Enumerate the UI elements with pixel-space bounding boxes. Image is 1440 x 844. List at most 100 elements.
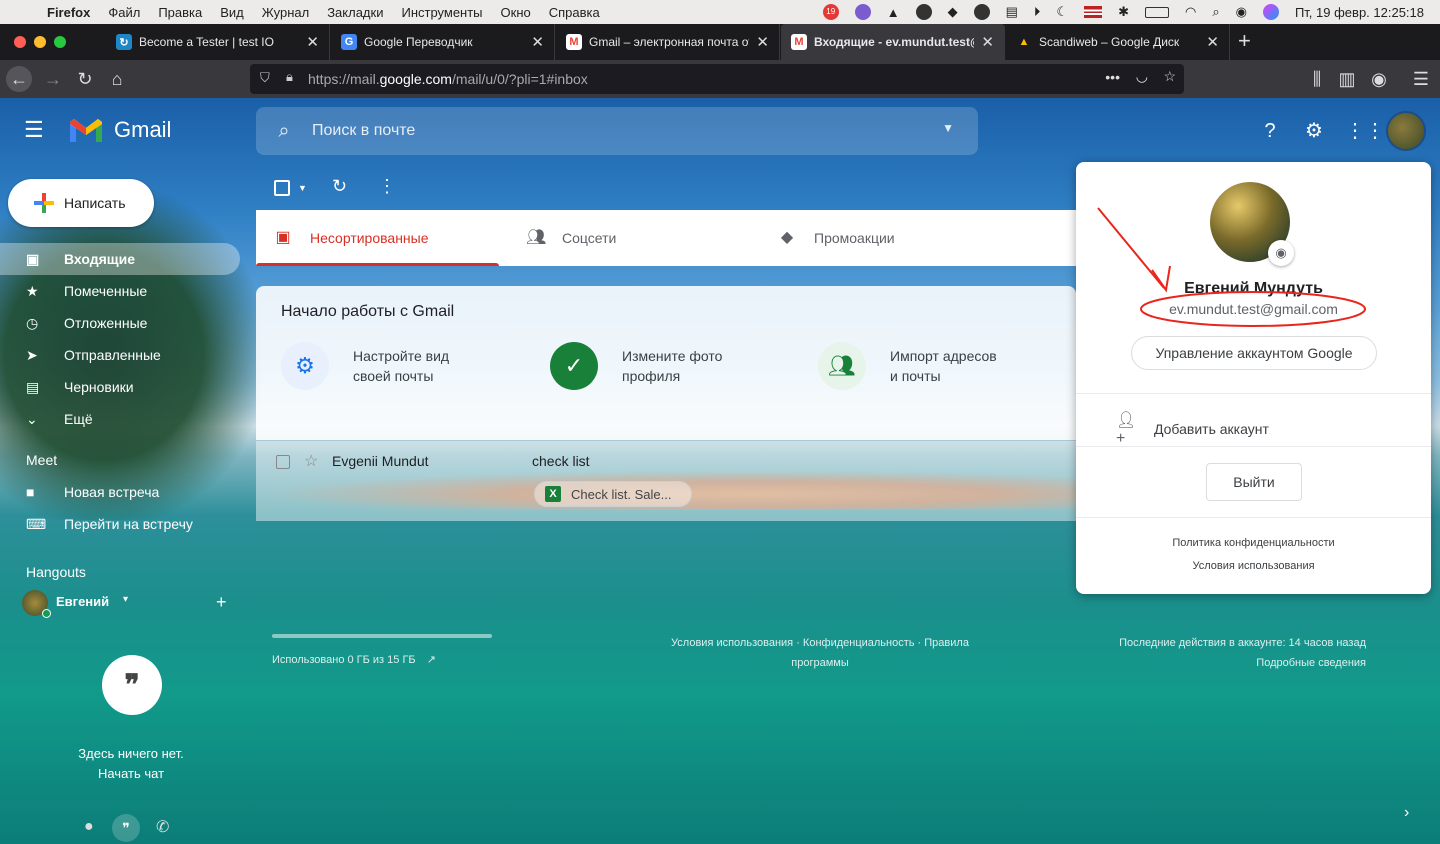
tab-close-icon[interactable]: ✕: [531, 33, 544, 51]
account-avatar[interactable]: [1386, 111, 1426, 151]
menu-help[interactable]: Справка: [540, 5, 609, 20]
search-options-icon[interactable]: ▼: [942, 121, 954, 135]
pocket-icon[interactable]: ◡: [1136, 68, 1148, 85]
activity-details-link[interactable]: Подробные сведения: [1066, 653, 1366, 673]
spotlight-search-icon[interactable]: ⌕: [1212, 4, 1219, 20]
sign-out-button[interactable]: Выйти: [1206, 463, 1302, 501]
back-arrow-icon[interactable]: ←: [6, 66, 32, 92]
contacts-person-icon[interactable]: ●: [84, 818, 94, 836]
menu-history[interactable]: Журнал: [253, 5, 318, 20]
gmail-logo[interactable]: Gmail: [68, 116, 171, 144]
terms-link[interactable]: Условия использования: [1076, 560, 1431, 572]
siri-icon[interactable]: [1262, 4, 1279, 20]
new-tab-plus-icon[interactable]: +: [1238, 28, 1251, 54]
play-icon[interactable]: ⏵: [1034, 4, 1041, 20]
hangouts-chat-icon[interactable]: ❞: [112, 814, 140, 842]
tab-close-icon[interactable]: ✕: [1206, 33, 1219, 51]
attachment-chip[interactable]: X Check list. Sale...: [534, 481, 692, 507]
wifi-icon[interactable]: ◠: [1185, 4, 1196, 20]
hangouts-user-name[interactable]: Евгений: [56, 594, 109, 609]
url-bar[interactable]: ⛉ 🔒︎ https://mail. google.com/mail/u/0/?p…: [250, 64, 1184, 94]
window-minimize-button[interactable]: [34, 36, 46, 48]
tab-close-icon[interactable]: ✕: [756, 33, 769, 51]
select-chevron-down-icon[interactable]: ▼: [298, 183, 307, 193]
add-account-button[interactable]: 👤︎+ Добавить аккаунт: [1116, 410, 1269, 448]
tab-close-icon[interactable]: ✕: [981, 33, 994, 51]
menubar-clock[interactable]: Пт, 19 февр. 12:25:18: [1295, 5, 1424, 20]
evernote-icon[interactable]: ◆: [948, 4, 958, 20]
compose-button[interactable]: Написать: [8, 179, 154, 227]
email-row[interactable]: ☆ Evgenii Mundut check list X Check list…: [256, 441, 1076, 521]
side-panel-chevron-icon[interactable]: ›: [1404, 804, 1409, 822]
external-link-icon[interactable]: ↗: [427, 654, 436, 666]
setup-card-import[interactable]: 👥︎ Импорт адресов и почты: [818, 342, 997, 390]
manage-account-button[interactable]: Управление аккаунтом Google: [1131, 336, 1377, 370]
menu-view[interactable]: Вид: [211, 5, 253, 20]
star-outline-icon[interactable]: ☆: [304, 451, 318, 471]
sidebar-icon[interactable]: ▥: [1334, 66, 1360, 92]
search-icon[interactable]: ⌕: [256, 120, 312, 143]
sidebar-item-starred[interactable]: ★ Помеченные: [0, 275, 240, 307]
search-bar[interactable]: ⌕ Поиск в почте ▼: [256, 107, 978, 155]
new-conversation-plus-icon[interactable]: +: [216, 592, 227, 613]
flag-us-icon[interactable]: [1084, 6, 1103, 18]
search-input[interactable]: Поиск в почте: [312, 122, 415, 140]
control-center-icon[interactable]: ◉: [1236, 4, 1247, 20]
menu-file[interactable]: Файл: [99, 5, 149, 20]
apps-grid-icon[interactable]: ⋮⋮: [1345, 118, 1385, 144]
notification-badge-icon[interactable]: 19: [822, 4, 839, 20]
spiral-icon[interactable]: [973, 4, 990, 20]
check-icon[interactable]: [915, 4, 932, 20]
viber-icon[interactable]: [854, 4, 871, 20]
select-all-checkbox[interactable]: [274, 180, 290, 196]
page-actions-icon[interactable]: •••: [1105, 69, 1120, 85]
window-zoom-button[interactable]: [54, 36, 66, 48]
settings-gear-icon[interactable]: ⚙: [1301, 118, 1327, 144]
footer-links-text[interactable]: программы: [610, 653, 1030, 673]
vlc-icon[interactable]: ▲: [887, 5, 900, 20]
email-row-checkbox[interactable]: [276, 455, 290, 469]
menu-tools[interactable]: Инструменты: [392, 5, 491, 20]
menu-bookmarks[interactable]: Закладки: [318, 5, 392, 20]
footer-links[interactable]: Условия использования · Конфиденциальнос…: [610, 633, 1030, 673]
forward-arrow-icon[interactable]: →: [40, 66, 66, 92]
bluetooth-icon[interactable]: ✱: [1118, 4, 1129, 20]
account-icon[interactable]: ◉: [1366, 66, 1392, 92]
menu-hamburger-icon[interactable]: ☰: [1408, 66, 1434, 92]
phone-icon[interactable]: ✆: [156, 817, 169, 837]
menu-edit[interactable]: Правка: [149, 5, 211, 20]
hangouts-status-chevron-icon[interactable]: ▾: [123, 594, 128, 605]
tab-promotions[interactable]: ◆ Промоакции: [778, 210, 1003, 266]
refresh-icon[interactable]: ↻: [332, 176, 347, 197]
browser-tab[interactable]: ↻ Become a Tester | test IO ✕: [106, 24, 330, 60]
tab-primary[interactable]: ▣ Несортированные: [274, 210, 499, 266]
meet-new-meeting[interactable]: ■ Новая встреча: [0, 476, 240, 508]
window-close-button[interactable]: [14, 36, 26, 48]
meet-join-meeting[interactable]: ⌨ Перейти на встречу: [0, 508, 240, 540]
sidebar-item-inbox[interactable]: ▣ Входящие: [0, 243, 240, 275]
sidebar-item-more[interactable]: ⌄ Ещё: [0, 403, 240, 435]
setup-card-photo[interactable]: ✓ Измените фото профиля: [550, 342, 722, 390]
moon-icon[interactable]: ☾: [1056, 4, 1068, 20]
browser-tab[interactable]: M Gmail – электронная почта от ✕: [556, 24, 780, 60]
more-vertical-icon[interactable]: ⋮: [378, 176, 396, 197]
sidebar-item-sent[interactable]: ➤ Отправленные: [0, 339, 240, 371]
browser-tab[interactable]: G Google Переводчик ✕: [331, 24, 555, 60]
menu-window[interactable]: Окно: [492, 5, 540, 20]
battery-icon[interactable]: [1144, 6, 1169, 18]
footer-links-text[interactable]: Условия использования · Конфиденциальнос…: [610, 633, 1030, 653]
main-menu-icon[interactable]: ☰: [24, 119, 48, 141]
home-icon[interactable]: ⌂: [104, 66, 130, 92]
menu-app-name[interactable]: Firefox: [38, 5, 99, 20]
reload-icon[interactable]: ↻: [72, 66, 98, 92]
display-icon[interactable]: ▤: [1006, 4, 1018, 20]
browser-tab[interactable]: ▲ Scandiweb – Google Диск ✕: [1006, 24, 1230, 60]
browser-tab-active[interactable]: M Входящие - ev.mundut.test@gi ✕: [781, 24, 1005, 60]
help-icon[interactable]: ?: [1257, 118, 1283, 144]
sidebar-item-drafts[interactable]: ▤ Черновики: [0, 371, 240, 403]
tab-social[interactable]: 👥︎ Соцсети: [526, 210, 751, 266]
privacy-policy-link[interactable]: Политика конфиденциальности: [1076, 537, 1431, 549]
hangouts-start-chat-link[interactable]: Начать чат: [0, 766, 262, 781]
setup-card-customize[interactable]: ⚙ Настройте вид своей почты: [281, 342, 449, 390]
sidebar-item-snoozed[interactable]: ◷ Отложенные: [0, 307, 240, 339]
